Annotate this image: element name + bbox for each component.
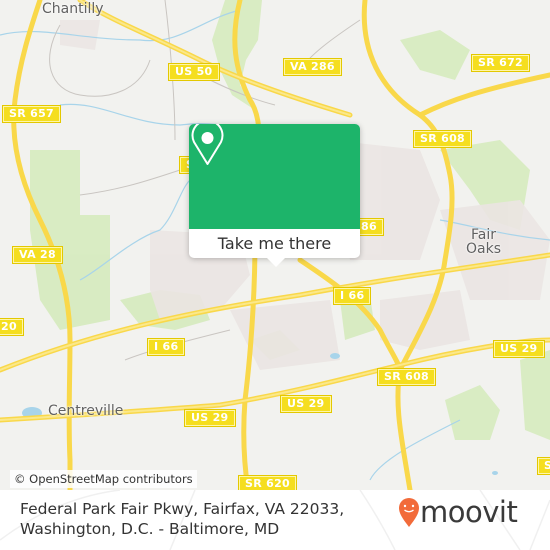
place-label-centreville: Centreville bbox=[48, 403, 124, 419]
road-shield-us-50: US 50 bbox=[169, 64, 219, 80]
road-shield-sr-620-partial: 20 bbox=[0, 319, 23, 335]
road-shield-us-29: US 29 bbox=[185, 410, 235, 426]
road-shield-i-66: I 66 bbox=[148, 339, 185, 355]
road-shield-us-29: US 29 bbox=[494, 341, 544, 357]
footer: Federal Park Fair Pkwy, Fairfax, VA 2203… bbox=[0, 490, 550, 550]
popup-pointer bbox=[267, 258, 285, 267]
place-label-fair-oaks: Fair Oaks bbox=[466, 227, 501, 257]
moovit-wordmark: moovit bbox=[420, 495, 518, 529]
location-popup[interactable]: Take me there bbox=[189, 124, 360, 267]
road-shield-sr-620: SR 620 bbox=[239, 476, 296, 490]
popup-header bbox=[189, 124, 360, 229]
road-shield-va-28: VA 28 bbox=[13, 247, 62, 263]
road-shield-sr-608: SR 608 bbox=[378, 369, 435, 385]
road-shield-i-66: I 66 bbox=[334, 288, 371, 304]
take-me-there-button[interactable]: Take me there bbox=[189, 229, 360, 258]
road-shield-partial: S bbox=[538, 458, 550, 474]
address: Federal Park Fair Pkwy, Fairfax, VA 2203… bbox=[20, 499, 344, 539]
address-line-2: Washington, D.C. - Baltimore, MD bbox=[20, 520, 280, 538]
map[interactable]: Chantilly Fair Oaks Centreville US 50 VA… bbox=[0, 0, 550, 490]
road-shield-sr-657: SR 657 bbox=[3, 106, 60, 122]
place-label-chantilly: Chantilly bbox=[42, 1, 104, 17]
map-attribution[interactable]: © OpenStreetMap contributors bbox=[10, 470, 197, 488]
moovit-pin-icon bbox=[399, 498, 419, 527]
road-shield-sr-608: SR 608 bbox=[414, 131, 471, 147]
road-shield-va-286: VA 286 bbox=[284, 59, 341, 75]
moovit-logo[interactable]: moovit bbox=[398, 495, 518, 532]
road-shield-us-29: US 29 bbox=[281, 396, 331, 412]
map-pin-icon bbox=[191, 124, 224, 165]
address-line-1: Federal Park Fair Pkwy, Fairfax, VA 2203… bbox=[20, 500, 345, 518]
road-shield-sr-672: SR 672 bbox=[472, 55, 529, 71]
